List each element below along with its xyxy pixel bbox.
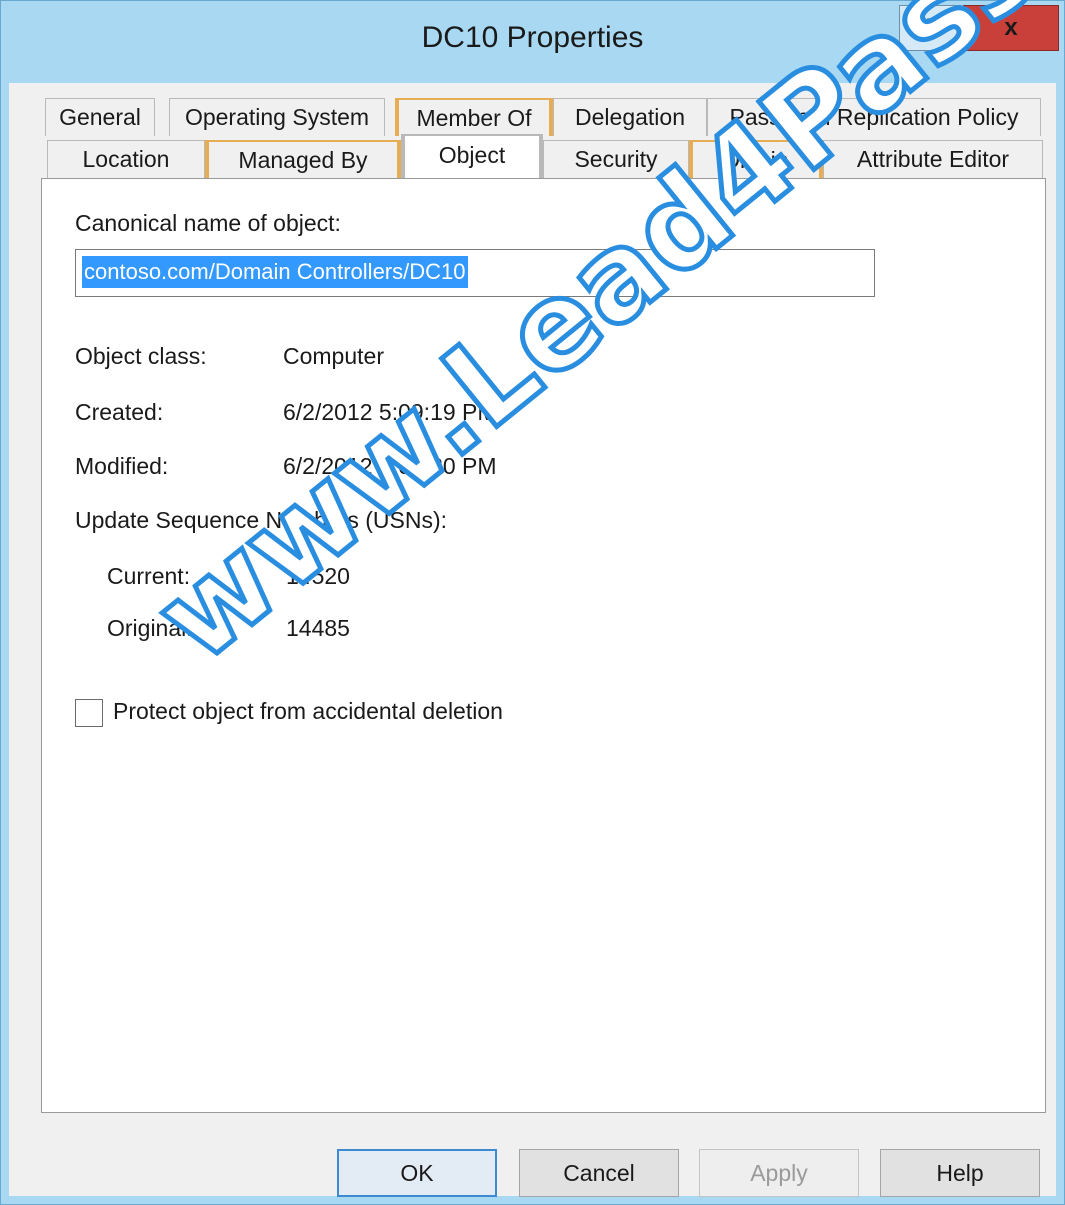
object-class-label: Object class: — [75, 343, 207, 369]
dialog-window: DC10 Properties ? x General Operating Sy… — [0, 0, 1065, 1205]
usn-heading: Update Sequence Numbers (USNs): — [75, 507, 447, 533]
tab-operating-system[interactable]: Operating System — [169, 98, 385, 136]
protect-deletion-checkbox[interactable] — [75, 699, 103, 727]
dialog-client: General Operating System Member Of Deleg… — [9, 83, 1056, 1197]
modified-value: 6/2/2012 5:09:20 PM — [283, 453, 497, 479]
tab-location[interactable]: Location — [47, 140, 205, 178]
original-usn-value: 14485 — [286, 615, 350, 641]
ok-button[interactable]: OK — [337, 1149, 497, 1197]
current-usn-label: Current: — [107, 563, 191, 589]
close-button[interactable]: x — [963, 5, 1059, 51]
tab-security[interactable]: Security — [543, 140, 689, 178]
help-button[interactable]: Help — [880, 1149, 1040, 1197]
help-title-button[interactable]: ? — [899, 5, 961, 51]
tab-object[interactable]: Object — [401, 134, 543, 178]
created-value: 6/2/2012 5:09:19 PM — [283, 399, 497, 425]
cancel-button[interactable]: Cancel — [519, 1149, 679, 1197]
tab-delegation[interactable]: Delegation — [553, 98, 707, 136]
modified-label: Modified: — [75, 453, 169, 479]
protect-deletion-label[interactable]: Protect object from accidental deletion — [113, 698, 503, 725]
apply-button[interactable]: Apply — [699, 1149, 859, 1197]
canonical-name-label: Canonical name of object: — [75, 210, 341, 236]
tab-managed-by[interactable]: Managed By — [205, 140, 401, 178]
object-class-value: Computer — [283, 343, 384, 369]
current-usn-value: 14520 — [286, 563, 350, 589]
tab-dial-in[interactable]: Dial-in — [689, 140, 823, 178]
object-tab-panel: Canonical name of object: contoso.com/Do… — [41, 178, 1046, 1113]
created-label: Created: — [75, 399, 164, 425]
tab-attribute-editor[interactable]: Attribute Editor — [823, 140, 1043, 178]
tab-general[interactable]: General — [45, 98, 155, 136]
canonical-name-field[interactable]: contoso.com/Domain Controllers/DC10 — [75, 249, 875, 297]
canonical-name-value: contoso.com/Domain Controllers/DC10 — [82, 256, 468, 288]
original-usn-label: Original: — [107, 615, 193, 641]
tab-password-replication-policy[interactable]: Password Replication Policy — [707, 98, 1041, 136]
tab-member-of[interactable]: Member Of — [395, 98, 553, 136]
title-bar[interactable]: DC10 Properties ? x — [1, 1, 1064, 81]
